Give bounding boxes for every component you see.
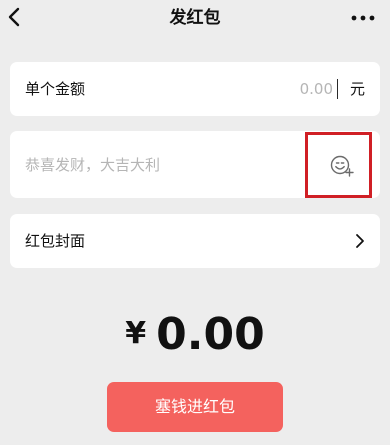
add-emoji-icon: [330, 155, 354, 177]
emoji-button[interactable]: [305, 132, 372, 198]
put-money-button[interactable]: 塞钱进红包: [107, 382, 283, 432]
red-packet-cover-row[interactable]: 红包封面: [10, 214, 380, 268]
amount-label: 单个金额: [25, 80, 86, 98]
currency-unit-label: 元: [349, 80, 365, 98]
text-cursor: [337, 79, 338, 99]
more-options-icon[interactable]: [350, 8, 376, 28]
navigation-bar: 发红包: [0, 0, 390, 38]
total-amount-display: ¥0.00: [0, 306, 390, 372]
cover-label: 红包封面: [25, 232, 86, 250]
amount-input[interactable]: [213, 77, 333, 101]
greeting-input[interactable]: [25, 153, 295, 177]
total-amount: 0.00: [156, 309, 265, 360]
chevron-right-icon: [356, 234, 364, 248]
page-title: 发红包: [169, 8, 221, 28]
amount-row[interactable]: 单个金额 元: [10, 62, 380, 116]
currency-symbol: ¥: [125, 316, 147, 351]
